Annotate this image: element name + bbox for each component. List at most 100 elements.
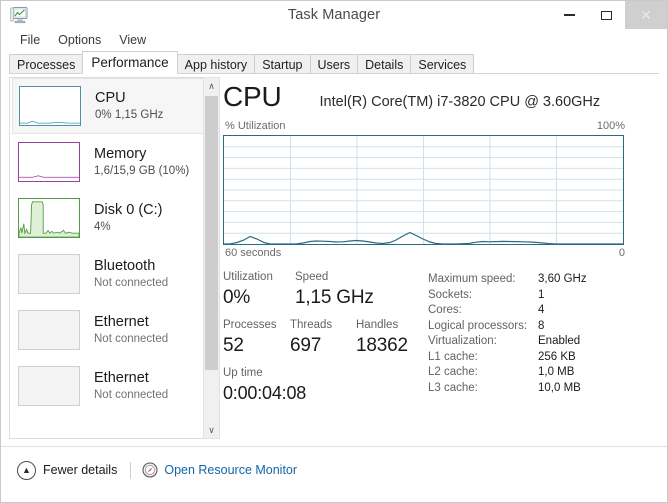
stat-utilization-value: 0% <box>223 287 251 308</box>
sidebar-item-ethernet-1[interactable]: Ethernet Not connected <box>12 302 206 358</box>
info-key-l2-cache: L2 cache: <box>428 366 478 378</box>
info-key-sockets: Sockets: <box>428 288 473 301</box>
cpu-graph-svg <box>224 136 623 244</box>
sidebar-item-memory-title: Memory <box>94 145 147 162</box>
x-axis-start: 60 seconds <box>225 247 282 259</box>
sidebar-item-ethernet-1-title: Ethernet <box>94 313 149 330</box>
chevron-up-circle-icon: ▲ <box>17 460 36 480</box>
info-row-cores: Cores: 4 <box>428 303 667 319</box>
close-button[interactable]: ✕ <box>625 1 667 29</box>
info-value-sockets: 1 <box>538 288 545 301</box>
y-axis-max: 100% <box>596 120 625 132</box>
info-row-maximum-speed: Maximum speed: 3,60 GHz <box>428 272 667 288</box>
stat-uptime: Up time 0:00:04:08 <box>223 366 306 406</box>
tab-services[interactable]: Services <box>410 54 475 74</box>
sidebar-item-ethernet-2-title: Ethernet <box>94 369 149 386</box>
y-axis-label: % Utilization <box>225 120 286 132</box>
stat-row-utilization-speed: Utilization 0% Speed 1,15 GHz <box>223 270 428 310</box>
sidebar-cpu-text: CPU 0% 1,15 GHz <box>95 90 163 123</box>
sidebar-ethernet-1-text: Ethernet Not connected <box>94 314 168 347</box>
stat-uptime-value: 0:00:04:08 <box>223 383 307 403</box>
sidebar-ethernet-2-text: Ethernet Not connected <box>94 370 168 403</box>
sidebar-item-disk[interactable]: Disk 0 (C:) 4% <box>12 190 206 246</box>
ethernet-1-thumbnail-graph <box>18 310 80 350</box>
menu-item-options[interactable]: Options <box>49 31 110 50</box>
sidebar-item-cpu-sub: 0% 1,15 GHz <box>95 108 164 121</box>
info-value-maximum-speed: 3,60 GHz <box>538 273 587 285</box>
sidebar-item-ethernet-2[interactable]: Ethernet Not connected <box>12 358 206 414</box>
stat-processes-value: 52 <box>223 335 244 356</box>
cpu-info-table: Maximum speed: 3,60 GHz Sockets: 1 Cores… <box>428 270 667 414</box>
tab-startup[interactable]: Startup <box>254 54 311 74</box>
menu-bar: File Options View <box>1 29 667 51</box>
memory-thumbnail-graph <box>18 142 80 182</box>
maximize-icon <box>601 10 612 20</box>
stat-threads-label: Threads <box>290 319 333 331</box>
cpu-thumbnail-graph <box>19 86 81 126</box>
bluetooth-thumbnail-graph <box>18 254 80 294</box>
task-manager-window: Task Manager ✕ File Options View Process… <box>0 0 668 503</box>
page-title: CPU <box>223 81 282 112</box>
info-key-logical-processors: Logical processors: <box>428 319 528 332</box>
footer-divider <box>130 461 132 479</box>
graph-time-labels: 60 seconds 0 <box>223 245 625 264</box>
tab-strip: Processes Performance App history Startu… <box>1 51 667 74</box>
ethernet-2-thumbnail-graph <box>18 366 80 406</box>
sidebar-memory-text: Memory 1,6/15,9 GB (10%) <box>94 146 189 179</box>
x-axis-end: 0 <box>618 247 625 259</box>
info-value-l2-cache: 1,0 MB <box>538 366 575 378</box>
tab-performance[interactable]: Performance <box>82 51 178 74</box>
menu-item-view[interactable]: View <box>110 31 155 50</box>
sidebar-item-disk-title: Disk 0 (C:) <box>94 201 163 218</box>
info-key-cores: Cores: <box>428 304 462 316</box>
sidebar-item-bluetooth[interactable]: Bluetooth Not connected <box>12 246 206 302</box>
fewer-details-button[interactable]: ▲ Fewer details <box>17 460 117 480</box>
stat-utilization-label: Utilization <box>223 271 273 283</box>
info-value-virtualization: Enabled <box>538 335 581 347</box>
sidebar-disk-text: Disk 0 (C:) 4% <box>94 202 162 235</box>
cpu-header: CPU Intel(R) Core(TM) i7-3820 CPU @ 3.60… <box>223 80 667 120</box>
open-resource-monitor-link[interactable]: Open Resource Monitor <box>142 462 297 478</box>
info-value-l3-cache: 10,0 MB <box>538 381 581 394</box>
open-resource-monitor-label: Open Resource Monitor <box>164 463 298 477</box>
tab-processes[interactable]: Processes <box>9 54 84 74</box>
info-value-cores: 4 <box>538 304 545 316</box>
minimize-button[interactable] <box>551 1 588 29</box>
sidebar-item-memory[interactable]: Memory 1,6/15,9 GB (10%) <box>12 134 206 190</box>
sidebar-item-memory-sub: 1,6/15,9 GB (10%) <box>94 164 190 177</box>
stat-utilization: Utilization 0% <box>223 270 295 310</box>
tab-users[interactable]: Users <box>309 54 359 74</box>
sidebar-item-bluetooth-sub: Not connected <box>94 276 169 289</box>
sidebar-item-cpu-title: CPU <box>95 89 126 106</box>
info-row-sockets: Sockets: 1 <box>428 288 667 304</box>
sidebar-item-cpu[interactable]: CPU 0% 1,15 GHz <box>12 78 206 134</box>
stat-handles-label: Handles <box>356 319 399 331</box>
stat-row-processes-threads-handles: Processes 52 Threads 697 Handles 18362 <box>223 318 428 358</box>
stat-threads: Threads 697 <box>290 318 356 358</box>
stat-uptime-label: Up time <box>223 367 263 379</box>
menu-item-file[interactable]: File <box>11 31 49 50</box>
minimize-icon <box>564 14 575 16</box>
title-bar: Task Manager ✕ <box>1 1 667 29</box>
cpu-utilization-graph <box>223 135 624 245</box>
stat-speed-value: 1,15 GHz <box>295 287 374 308</box>
stat-row-uptime: Up time 0:00:04:08 <box>223 366 428 406</box>
info-row-l3-cache: L3 cache: 10,0 MB <box>428 381 667 397</box>
tab-details[interactable]: Details <box>357 54 412 74</box>
sidebar-item-bluetooth-title: Bluetooth <box>94 257 156 274</box>
window-controls: ✕ <box>551 1 667 29</box>
close-icon: ✕ <box>640 7 652 23</box>
sidebar-bluetooth-text: Bluetooth Not connected <box>94 258 168 291</box>
tab-app-history[interactable]: App history <box>176 54 256 74</box>
info-value-l1-cache: 256 KB <box>538 350 576 363</box>
graph-axis-labels: % Utilization 100% <box>223 120 625 135</box>
maximize-button[interactable] <box>588 1 625 29</box>
cpu-detail-panel: CPU Intel(R) Core(TM) i7-3820 CPU @ 3.60… <box>209 74 667 446</box>
status-bar: ▲ Fewer details Open Resource Monitor <box>1 446 667 493</box>
info-row-l2-cache: L2 cache: 1,0 MB <box>428 365 667 381</box>
resource-monitor-icon <box>142 462 158 478</box>
stat-handles: Handles 18362 <box>356 318 408 358</box>
cpu-model-name: Intel(R) Core(TM) i7-3820 CPU @ 3.60GHz <box>319 94 601 110</box>
cpu-stats: Utilization 0% Speed 1,15 GHz Processes … <box>223 270 667 414</box>
stat-handles-value: 18362 <box>356 335 408 356</box>
